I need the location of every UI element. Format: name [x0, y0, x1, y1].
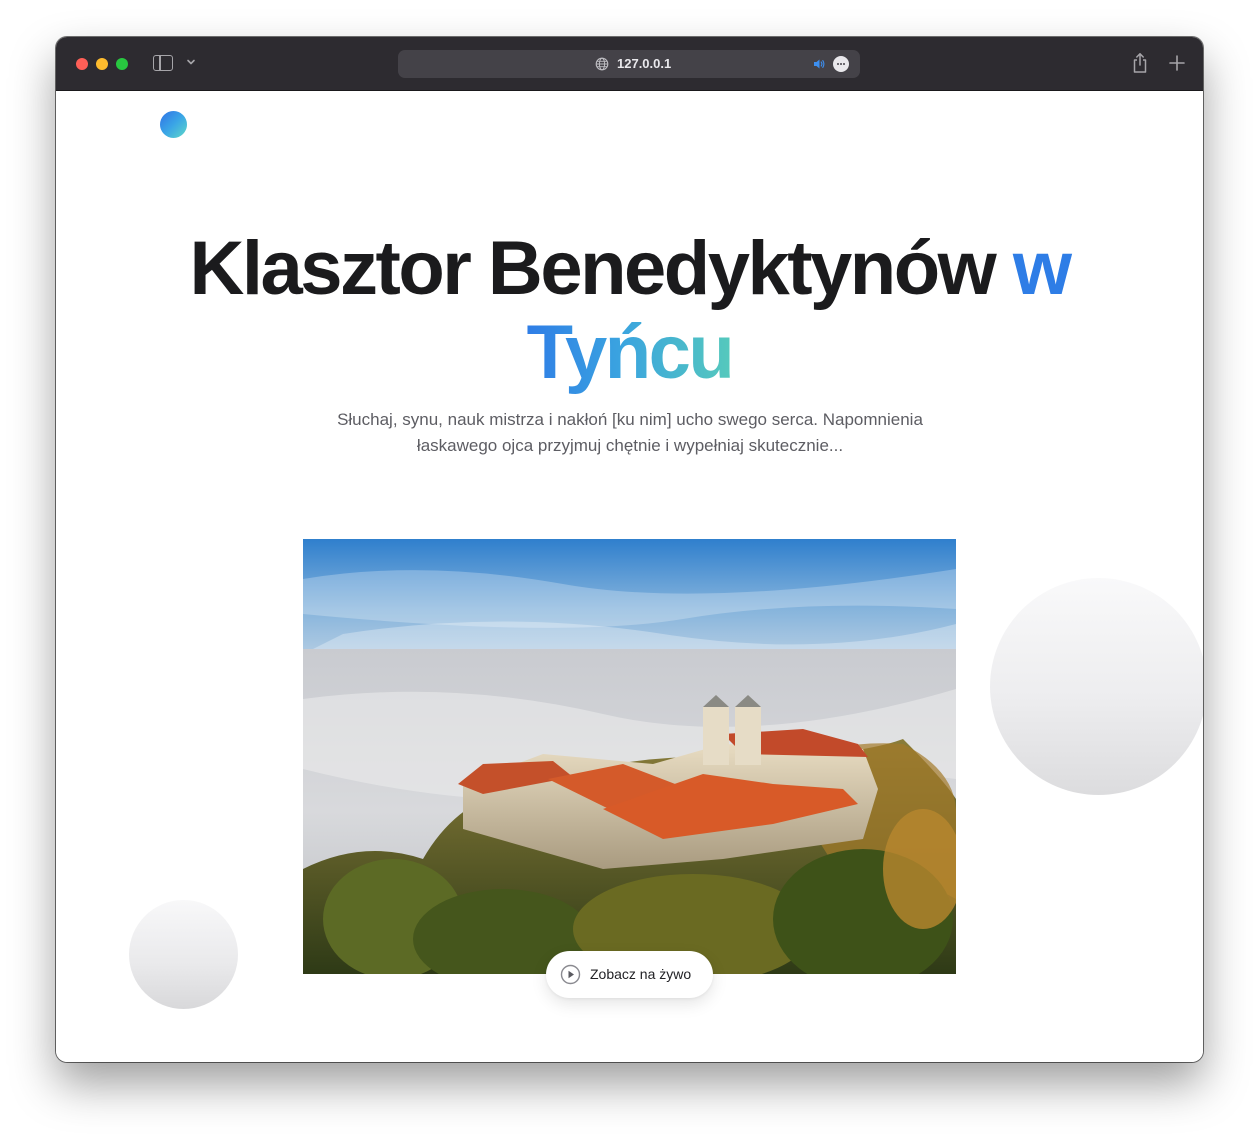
browser-toolbar: 127.0.0.1 [56, 37, 1203, 91]
address-bar[interactable]: 127.0.0.1 [398, 50, 860, 78]
minimize-window-button[interactable] [96, 58, 108, 70]
watch-live-button[interactable]: Zobacz na żywo [546, 951, 713, 998]
plus-icon[interactable] [1168, 54, 1186, 72]
zoom-window-button[interactable] [116, 58, 128, 70]
page-title: Klasztor Benedyktynów w Tyńcu [56, 227, 1203, 395]
title-accent-w: w [1012, 226, 1072, 311]
screenshot-stage: 127.0.0.1 Klasztor Benedyktynów w Tyńcu … [0, 0, 1259, 1137]
chevron-down-icon[interactable] [186, 57, 196, 67]
hero-subtitle: Słuchaj, synu, nauk mistrza i nakłoń [ku… [337, 410, 923, 455]
watch-live-label: Zobacz na żywo [590, 966, 692, 982]
sidebar-toggle-icon[interactable] [153, 55, 173, 71]
share-icon[interactable] [1131, 52, 1149, 74]
site-logo[interactable] [160, 111, 187, 138]
page-content: Klasztor Benedyktynów w Tyńcu Słuchaj, s… [56, 91, 1203, 1062]
speaker-icon[interactable] [812, 57, 826, 71]
globe-icon [595, 57, 609, 71]
title-accent-tyncu: Tyńcu [526, 310, 735, 395]
browser-window: 127.0.0.1 Klasztor Benedyktynów w Tyńcu … [56, 37, 1203, 1062]
play-circle-icon [560, 964, 581, 985]
title-main: Klasztor Benedyktynów [189, 226, 996, 311]
more-icon[interactable] [833, 56, 849, 72]
hero-image [303, 539, 956, 974]
url-text[interactable]: 127.0.0.1 [617, 56, 671, 72]
decorative-orb-right [990, 578, 1203, 795]
close-window-button[interactable] [76, 58, 88, 70]
decorative-orb-left [129, 900, 238, 1009]
